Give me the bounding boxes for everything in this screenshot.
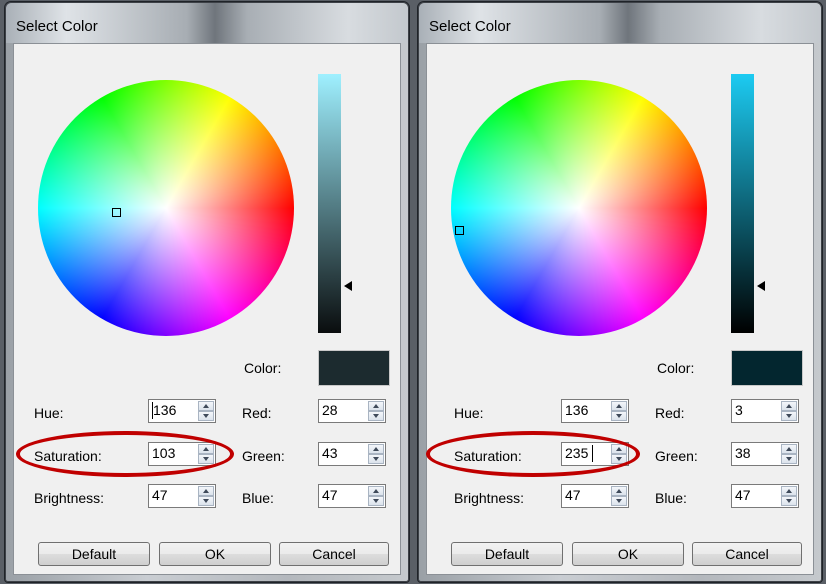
blue-decrement-icon[interactable] [368, 496, 384, 506]
brightness-slider[interactable] [731, 74, 754, 333]
dialog-title: Select Color [429, 18, 511, 35]
dialog-body: Color: Hue: 136 Saturation: 103 Brightne… [13, 43, 401, 575]
cancel-button[interactable]: Cancel [279, 542, 389, 566]
color-wheel-selector-marker[interactable] [112, 208, 121, 217]
hue-spinbox[interactable]: 136 [148, 399, 216, 423]
color-swatch [731, 350, 803, 386]
default-button[interactable]: Default [38, 542, 150, 566]
brightness-label: Brightness: [34, 490, 105, 506]
blue-spinbox[interactable]: 47 [318, 484, 386, 508]
ok-button[interactable]: OK [572, 542, 684, 566]
green-decrement-icon[interactable] [781, 454, 797, 464]
red-spinbox[interactable]: 3 [731, 399, 799, 423]
red-spinbox[interactable]: 28 [318, 399, 386, 423]
brightness-value[interactable]: 47 [565, 487, 581, 503]
red-value[interactable]: 28 [322, 402, 338, 418]
green-value[interactable]: 43 [322, 445, 338, 461]
green-spinbox[interactable]: 43 [318, 442, 386, 466]
saturation-highlight-oval-1 [16, 431, 234, 477]
green-increment-icon[interactable] [781, 444, 797, 454]
dialog-title: Select Color [16, 18, 98, 35]
red-label: Red: [242, 405, 272, 421]
title-bar[interactable]: Select Color [419, 3, 821, 43]
blue-value[interactable]: 47 [735, 487, 751, 503]
brightness-decrement-icon[interactable] [198, 496, 214, 506]
brightness-label: Brightness: [454, 490, 525, 506]
cancel-button[interactable]: Cancel [692, 542, 802, 566]
brightness-spinbox[interactable]: 47 [561, 484, 629, 508]
green-value[interactable]: 38 [735, 445, 751, 461]
select-color-dialog-2: Select Color Color: Hue: 136 Saturation:… [418, 2, 822, 582]
brightness-value[interactable]: 47 [152, 487, 168, 503]
red-increment-icon[interactable] [781, 401, 797, 411]
blue-increment-icon[interactable] [781, 486, 797, 496]
green-decrement-icon[interactable] [368, 454, 384, 464]
ok-button[interactable]: OK [159, 542, 271, 566]
brightness-slider-arrow-icon[interactable] [757, 281, 765, 291]
select-color-dialog-1: Select Color Color: Hue: 136 Saturation:… [5, 2, 409, 582]
brightness-slider-arrow-icon[interactable] [344, 281, 352, 291]
color-label: Color: [244, 360, 282, 376]
green-label: Green: [242, 448, 285, 464]
brightness-increment-icon[interactable] [198, 486, 214, 496]
title-bar[interactable]: Select Color [6, 3, 408, 43]
hue-value[interactable]: 136 [565, 402, 588, 418]
blue-label: Blue: [655, 490, 687, 506]
blue-value[interactable]: 47 [322, 487, 338, 503]
default-button[interactable]: Default [451, 542, 563, 566]
green-label: Green: [655, 448, 698, 464]
brightness-slider[interactable] [318, 74, 341, 333]
saturation-highlight-oval-2 [426, 431, 640, 477]
text-caret [152, 402, 153, 419]
blue-decrement-icon[interactable] [781, 496, 797, 506]
red-increment-icon[interactable] [368, 401, 384, 411]
hue-increment-icon[interactable] [611, 401, 627, 411]
hue-decrement-icon[interactable] [611, 411, 627, 421]
brightness-decrement-icon[interactable] [611, 496, 627, 506]
brightness-increment-icon[interactable] [611, 486, 627, 496]
blue-spinbox[interactable]: 47 [731, 484, 799, 508]
hue-label: Hue: [454, 405, 484, 421]
red-value[interactable]: 3 [735, 402, 743, 418]
hue-value[interactable]: 136 [153, 402, 176, 418]
red-label: Red: [655, 405, 685, 421]
green-increment-icon[interactable] [368, 444, 384, 454]
color-swatch [318, 350, 390, 386]
hue-decrement-icon[interactable] [198, 411, 214, 421]
color-wheel[interactable] [38, 80, 294, 336]
color-wheel-selector-marker[interactable] [455, 226, 464, 235]
color-wheel[interactable] [451, 80, 707, 336]
dialog-body: Color: Hue: 136 Saturation: 235 Brightne… [426, 43, 814, 575]
green-spinbox[interactable]: 38 [731, 442, 799, 466]
hue-increment-icon[interactable] [198, 401, 214, 411]
brightness-spinbox[interactable]: 47 [148, 484, 216, 508]
blue-increment-icon[interactable] [368, 486, 384, 496]
red-decrement-icon[interactable] [368, 411, 384, 421]
hue-spinbox[interactable]: 136 [561, 399, 629, 423]
color-label: Color: [657, 360, 695, 376]
blue-label: Blue: [242, 490, 274, 506]
hue-label: Hue: [34, 405, 64, 421]
red-decrement-icon[interactable] [781, 411, 797, 421]
